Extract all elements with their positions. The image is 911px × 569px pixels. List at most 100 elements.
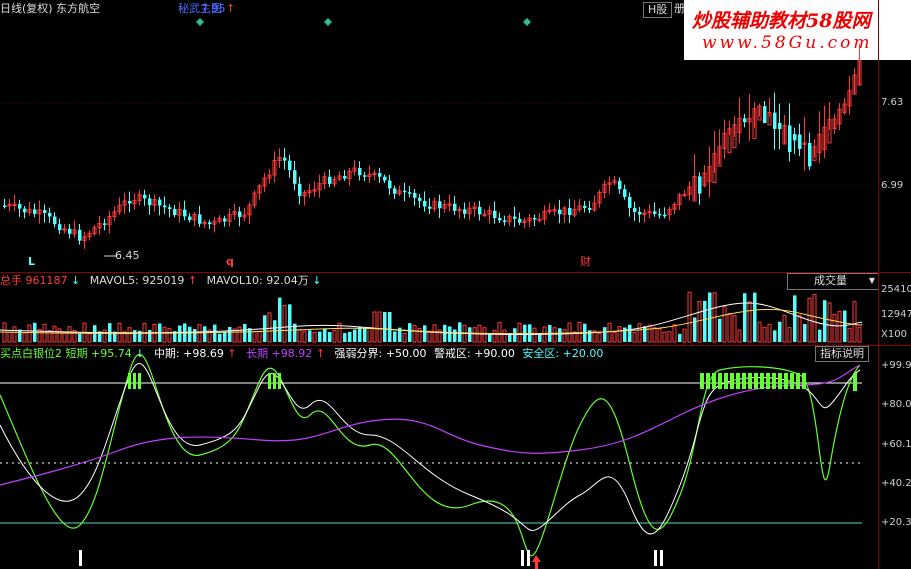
candlestick bbox=[378, 173, 382, 177]
diamond-marker-icon bbox=[324, 18, 332, 26]
volume-bar bbox=[782, 314, 787, 343]
volume-bar bbox=[343, 333, 347, 342]
volume-bar bbox=[778, 321, 782, 342]
candlestick bbox=[788, 125, 792, 153]
volume-bar bbox=[562, 329, 567, 343]
candlestick bbox=[393, 188, 397, 194]
candlestick bbox=[493, 210, 497, 219]
volume-bar bbox=[558, 328, 562, 342]
candlestick bbox=[583, 205, 587, 208]
volume-bar bbox=[513, 328, 517, 342]
mid-term-line bbox=[0, 363, 861, 535]
volume-bar bbox=[218, 333, 222, 342]
volume-bar bbox=[517, 322, 522, 343]
warn-signal-bar bbox=[133, 373, 136, 389]
volume-bar bbox=[297, 329, 302, 343]
volume-bar bbox=[482, 327, 487, 343]
volume-bar bbox=[468, 327, 472, 342]
candlestick bbox=[328, 176, 332, 184]
price-axis: 7.63 6.99 bbox=[878, 0, 911, 272]
candlestick bbox=[568, 207, 572, 216]
volume-bar bbox=[472, 327, 477, 343]
buy-signal-bar bbox=[79, 550, 82, 566]
candlestick bbox=[763, 106, 767, 124]
volume-bar bbox=[532, 327, 537, 343]
volume-bar bbox=[847, 327, 852, 343]
warn-signal-bar bbox=[712, 373, 716, 389]
candlestick bbox=[168, 207, 172, 210]
volume-bar bbox=[757, 321, 762, 343]
volume-bar bbox=[162, 326, 167, 343]
candlestick bbox=[558, 209, 562, 215]
volume-bar bbox=[148, 330, 152, 342]
candlestick bbox=[658, 213, 662, 216]
candlestick bbox=[48, 212, 52, 217]
diamond-marker-icon bbox=[196, 18, 204, 26]
volume-axis: 25410 12947 X100 bbox=[878, 272, 911, 345]
candlestick bbox=[18, 204, 22, 209]
candlestick bbox=[43, 210, 47, 213]
candlestick bbox=[418, 197, 422, 201]
candlestick bbox=[223, 218, 227, 222]
volume-bar bbox=[188, 326, 192, 342]
candlestick bbox=[653, 211, 657, 214]
volume-bar bbox=[383, 312, 387, 342]
volume-bar bbox=[597, 332, 602, 343]
volume-bar bbox=[372, 311, 377, 343]
diamond-marker-icon bbox=[523, 18, 531, 26]
volume-bar bbox=[133, 330, 137, 342]
volume-bar bbox=[458, 322, 462, 342]
volume-bar bbox=[697, 300, 702, 343]
warn-signal-bar bbox=[796, 373, 800, 389]
buy-signal-bar bbox=[527, 550, 530, 566]
volume-bar bbox=[78, 333, 82, 342]
volume-bar bbox=[628, 324, 632, 342]
volume-bar bbox=[278, 297, 282, 342]
warn-signal-bar bbox=[748, 373, 752, 389]
candlestick bbox=[283, 157, 287, 161]
volume-bar bbox=[27, 324, 32, 343]
indicator-axis: +99.9 +80.0 +60.1 +40.2 +20.3 bbox=[878, 345, 911, 569]
volume-bar bbox=[282, 305, 287, 343]
volume-bar bbox=[87, 333, 92, 343]
volume-bar bbox=[747, 301, 752, 343]
warn-signal-bar bbox=[736, 373, 740, 389]
marker-cai: 财 bbox=[580, 255, 591, 268]
candlestick bbox=[173, 209, 177, 216]
marker-q: q bbox=[226, 255, 234, 268]
volume-bar bbox=[363, 327, 367, 342]
volume-bar bbox=[652, 327, 657, 343]
candlestick bbox=[778, 122, 782, 130]
warn-signal-bar bbox=[790, 373, 794, 389]
indicator-tick: +40.2 bbox=[881, 478, 911, 489]
volume-chart[interactable] bbox=[0, 272, 878, 345]
volume-bar bbox=[167, 328, 172, 343]
indicator-tick: +99.9 bbox=[881, 360, 911, 371]
candlestick bbox=[808, 142, 812, 167]
volume-bar bbox=[672, 324, 677, 343]
price-chart[interactable] bbox=[0, 0, 878, 272]
volume-bar bbox=[703, 300, 707, 342]
volume-bar bbox=[727, 312, 732, 343]
volume-bar bbox=[657, 328, 662, 343]
candlestick bbox=[793, 134, 797, 141]
volume-bar bbox=[288, 304, 292, 342]
indicator-chart[interactable] bbox=[0, 345, 878, 569]
warn-signal-bar bbox=[754, 373, 758, 389]
candlestick bbox=[513, 216, 517, 219]
warn-signal-bar bbox=[766, 373, 770, 389]
candlestick bbox=[23, 208, 27, 213]
volume-bar bbox=[393, 331, 397, 342]
volume-bar bbox=[318, 331, 322, 342]
candlestick bbox=[198, 214, 202, 224]
indicator-tick: +60.1 bbox=[881, 439, 911, 450]
volume-bar bbox=[812, 294, 817, 343]
volume-bar bbox=[328, 332, 332, 342]
candlestick bbox=[58, 224, 62, 231]
candlestick bbox=[453, 203, 457, 211]
warn-signal-bar bbox=[730, 373, 734, 389]
candlestick bbox=[383, 176, 387, 181]
candlestick bbox=[288, 160, 292, 171]
buy-signal-bar bbox=[654, 550, 657, 566]
volume-bar bbox=[832, 313, 837, 343]
